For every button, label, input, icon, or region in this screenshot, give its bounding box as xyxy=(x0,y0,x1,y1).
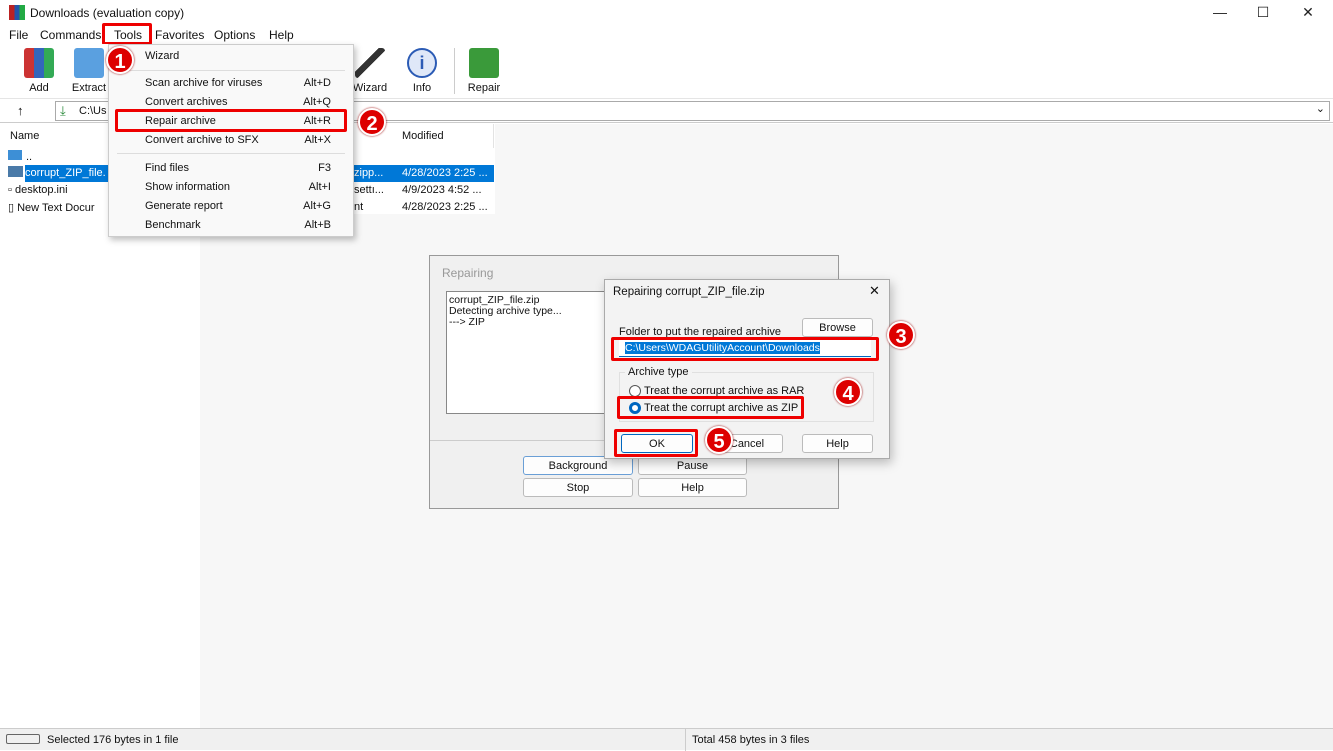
menu-file[interactable]: File xyxy=(9,28,28,42)
archive-type-label: Archive type xyxy=(625,366,692,378)
menu-help[interactable]: Help xyxy=(269,28,294,42)
menu-options[interactable]: Options xyxy=(214,28,255,42)
repair-button[interactable]: Repair xyxy=(459,48,509,94)
minimize-button[interactable]: — xyxy=(1210,4,1230,20)
status-bar: Selected 176 bytes in 1 file Total 458 b… xyxy=(0,728,1333,751)
add-archive-icon xyxy=(24,48,54,78)
column-modified[interactable]: Modified xyxy=(392,124,494,148)
step-badge-3: 3 xyxy=(887,321,915,349)
menu-bar: File Commands Tools Favorites Options He… xyxy=(0,25,1333,44)
add-button[interactable]: Add xyxy=(14,48,64,94)
menu-item-report[interactable]: Generate report Alt+G xyxy=(109,197,353,216)
dialog-title: Repairing corrupt_ZIP_file.zip xyxy=(613,286,765,298)
chevron-down-icon[interactable]: ⌄ xyxy=(1316,102,1325,115)
add-label: Add xyxy=(29,82,49,94)
extract-folder-icon xyxy=(74,48,104,78)
step-badge-2: 2 xyxy=(358,108,386,136)
list-item[interactable]: ▫ desktop.ini xyxy=(8,182,68,199)
wizard-wand-icon xyxy=(355,48,385,78)
tools-menu: Wizard Scan archive for viruses Alt+D Con… xyxy=(108,44,354,237)
step-badge-4: 4 xyxy=(834,378,862,406)
status-selected: Selected 176 bytes in 1 file xyxy=(47,734,179,746)
window-title: Downloads (evaluation copy) xyxy=(30,6,185,20)
highlight-ok xyxy=(614,429,698,457)
winrar-app-icon xyxy=(9,5,25,20)
list-item[interactable]: .. xyxy=(8,148,32,165)
info-label: Info xyxy=(412,82,432,94)
list-item[interactable]: ▯ New Text Docur xyxy=(8,199,95,216)
list-item-selected-details[interactable]: zipp... 4/28/2023 2:25 ... xyxy=(354,165,494,182)
repairing-title: Repairing xyxy=(442,266,494,280)
menu-commands[interactable]: Commands xyxy=(40,28,101,42)
step-badge-5: 5 xyxy=(705,426,733,454)
download-icon: ⤓ xyxy=(60,103,66,118)
menu-item-wizard[interactable]: Wizard xyxy=(109,47,353,66)
toolbar-separator xyxy=(454,48,455,94)
menu-item-find-files[interactable]: Find files F3 xyxy=(109,159,353,178)
column-name[interactable]: Name xyxy=(0,124,110,148)
stop-button[interactable]: Stop xyxy=(523,478,633,497)
step-badge-1: 1 xyxy=(106,46,134,74)
path-text: C:\Us xyxy=(79,105,107,117)
wizard-label: Wizard xyxy=(352,82,388,94)
zip-folder-icon xyxy=(8,166,23,177)
menu-item-scan[interactable]: Scan archive for viruses Alt+D xyxy=(109,74,353,93)
maximize-button[interactable]: ☐ xyxy=(1253,4,1273,20)
dialog-close-button[interactable]: ✕ xyxy=(869,283,880,299)
menu-item-benchmark[interactable]: Benchmark Alt+B xyxy=(109,216,353,235)
repair-label: Repair xyxy=(467,82,501,94)
help-button[interactable]: Help xyxy=(802,434,873,453)
info-button[interactable]: i Info xyxy=(397,48,447,94)
repair-icon xyxy=(469,48,499,78)
close-button[interactable]: ✕ xyxy=(1298,4,1318,20)
status-total: Total 458 bytes in 3 files xyxy=(692,734,810,746)
list-item-details: nt 4/28/2023 2:25 ... xyxy=(354,201,488,213)
highlight-zip-option xyxy=(617,396,804,419)
browse-button[interactable]: Browse xyxy=(802,318,873,337)
drive-icon xyxy=(6,734,40,744)
help-button[interactable]: Help xyxy=(638,478,747,497)
up-arrow-icon[interactable]: ↑ xyxy=(17,103,24,118)
list-item-details: settı... 4/9/2023 4:52 ... xyxy=(354,184,482,196)
highlight-repair-archive xyxy=(115,109,347,132)
highlight-tools xyxy=(102,23,152,45)
highlight-folder xyxy=(611,337,879,361)
title-bar: Downloads (evaluation copy) — ☐ ✕ xyxy=(0,0,1333,25)
repair-log: corrupt_ZIP_file.zip Detecting archive ty… xyxy=(446,291,626,414)
extract-label: Extract xyxy=(71,82,107,94)
menu-item-convert-sfx[interactable]: Convert archive to SFX Alt+X xyxy=(109,131,353,150)
list-item-selected[interactable]: corrupt_ZIP_file. xyxy=(25,165,108,182)
menu-favorites[interactable]: Favorites xyxy=(155,28,204,42)
menu-item-show-info[interactable]: Show information Alt+I xyxy=(109,178,353,197)
